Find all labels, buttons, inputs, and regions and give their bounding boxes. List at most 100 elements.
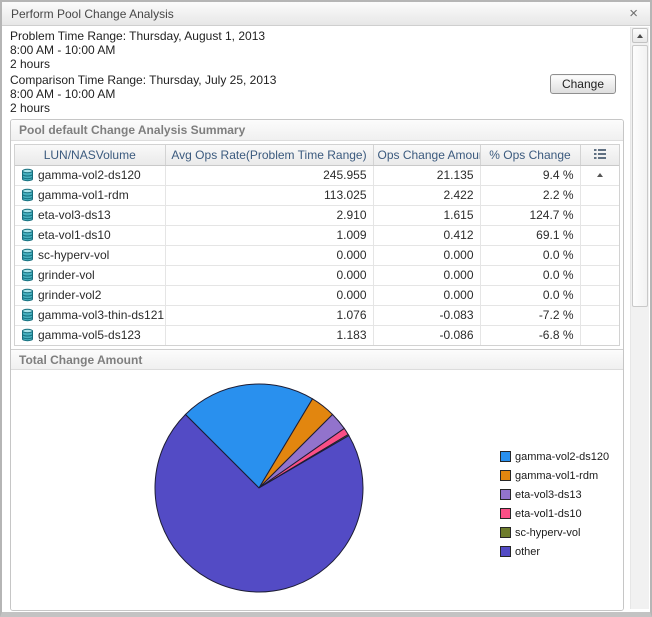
table-row[interactable]: sc-hyperv-vol 0.000 0.000 0.0 %: [15, 245, 619, 265]
table-row[interactable]: eta-vol3-ds13 2.910 1.615 124.7 %: [15, 205, 619, 225]
legend-swatch: [500, 527, 511, 538]
volume-database-icon: [21, 208, 34, 222]
total-change-pie-chart: gamma-vol2-ds120 gamma-vol1-rdm eta-vol3…: [11, 370, 623, 610]
grid-scroll-cell: [580, 305, 619, 325]
pct-ops-change-cell: -6.8 %: [480, 325, 580, 345]
volume-name: grinder-vol: [38, 268, 95, 282]
pct-ops-change-cell: 9.4 %: [480, 165, 580, 185]
volume-database-icon: [21, 228, 34, 242]
avg-ops-rate-cell: 245.955: [165, 165, 373, 185]
column-chooser-icon: [594, 149, 606, 159]
legend-label: gamma-vol1-rdm: [515, 470, 598, 482]
volume-database-icon: [21, 248, 34, 262]
close-icon[interactable]: ×: [626, 6, 641, 21]
volume-name: grinder-vol2: [38, 288, 101, 302]
comparison-time-range-duration: 2 hours: [10, 101, 624, 115]
vertical-scrollbar[interactable]: [630, 27, 649, 609]
grid-scroll-cell: [580, 205, 619, 225]
table-row[interactable]: grinder-vol2 0.000 0.000 0.0 %: [15, 285, 619, 305]
volume-name: gamma-vol5-ds123: [38, 328, 141, 342]
legend-swatch: [500, 489, 511, 500]
col-header-lun-nasvolume[interactable]: LUN/NASVolume: [15, 145, 165, 165]
legend-swatch: [500, 546, 511, 557]
volume-database-icon: [21, 288, 34, 302]
volume-name-cell: gamma-vol3-thin-ds121: [15, 305, 165, 325]
pct-ops-change-cell: 0.0 %: [480, 285, 580, 305]
problem-time-range-label: Problem Time Range: Thursday, August 1, …: [10, 29, 624, 43]
volume-name: gamma-vol3-thin-ds121: [38, 308, 164, 322]
avg-ops-rate-cell: 2.910: [165, 205, 373, 225]
comparison-time-range: Comparison Time Range: Thursday, July 25…: [10, 73, 624, 115]
change-button[interactable]: Change: [550, 74, 616, 94]
pct-ops-change-cell: 69.1 %: [480, 225, 580, 245]
avg-ops-rate-cell: 1.076: [165, 305, 373, 325]
problem-time-range-duration: 2 hours: [10, 57, 624, 71]
legend-label: eta-vol1-ds10: [515, 508, 582, 520]
ops-change-amount-cell: 0.000: [373, 265, 480, 285]
avg-ops-rate-cell: 0.000: [165, 285, 373, 305]
dialog-content: Problem Time Range: Thursday, August 1, …: [10, 29, 624, 611]
grid-scroll-cell: [580, 225, 619, 245]
legend-label: sc-hyperv-vol: [515, 527, 580, 539]
ops-change-amount-cell: 2.422: [373, 185, 480, 205]
perform-pool-change-analysis-dialog: Perform Pool Change Analysis × Problem T…: [0, 0, 652, 617]
ops-change-amount-cell: -0.083: [373, 305, 480, 325]
column-chooser-icon[interactable]: [580, 145, 619, 165]
table-row[interactable]: eta-vol1-ds10 1.009 0.412 69.1 %: [15, 225, 619, 245]
pct-ops-change-cell: -7.2 %: [480, 305, 580, 325]
ops-change-amount-cell: 1.615: [373, 205, 480, 225]
legend-label: eta-vol3-ds13: [515, 489, 582, 501]
table-row[interactable]: grinder-vol 0.000 0.000 0.0 %: [15, 265, 619, 285]
summary-section-title: Pool default Change Analysis Summary: [11, 120, 623, 141]
grid-scroll-cell: [580, 185, 619, 205]
legend-label: other: [515, 546, 540, 558]
legend-item: gamma-vol1-rdm: [500, 466, 609, 485]
pct-ops-change-cell: 0.0 %: [480, 265, 580, 285]
volume-database-icon: [21, 168, 34, 182]
dialog-title: Perform Pool Change Analysis: [11, 7, 174, 21]
avg-ops-rate-cell: 0.000: [165, 245, 373, 265]
table-row[interactable]: gamma-vol2-ds120 245.955 21.135 9.4 %: [15, 165, 619, 185]
grid-scroll-cell: [580, 285, 619, 305]
legend-swatch: [500, 470, 511, 481]
volume-name-cell: grinder-vol: [15, 265, 165, 285]
volume-database-icon: [21, 188, 34, 202]
col-header-ops-change-amount[interactable]: Ops Change Amount: [373, 145, 480, 165]
volume-name-cell: eta-vol1-ds10: [15, 225, 165, 245]
ops-change-amount-cell: 0.000: [373, 285, 480, 305]
legend-item: other: [500, 542, 609, 561]
volume-name-cell: gamma-vol1-rdm: [15, 185, 165, 205]
summary-table-body: gamma-vol2-ds120 245.955 21.135 9.4 % ga…: [15, 165, 619, 345]
pct-ops-change-cell: 2.2 %: [480, 185, 580, 205]
legend-swatch: [500, 451, 511, 462]
summary-grid-header-row: LUN/NASVolume Avg Ops Rate(Problem Time …: [15, 145, 619, 165]
table-row[interactable]: gamma-vol5-ds123 1.183 -0.086 -6.8 %: [15, 325, 619, 345]
ops-change-amount-cell: 0.412: [373, 225, 480, 245]
col-header-avg-ops-rate[interactable]: Avg Ops Rate(Problem Time Range): [165, 145, 373, 165]
pct-ops-change-cell: 0.0 %: [480, 245, 580, 265]
scrollbar-thumb[interactable]: [632, 45, 648, 307]
analysis-panel: Pool default Change Analysis Summary LUN…: [10, 119, 624, 611]
volume-name: sc-hyperv-vol: [38, 248, 109, 262]
volume-name: eta-vol3-ds13: [38, 208, 111, 222]
volume-name: gamma-vol2-ds120: [38, 168, 141, 182]
table-row[interactable]: gamma-vol1-rdm 113.025 2.422 2.2 %: [15, 185, 619, 205]
volume-database-icon: [21, 328, 34, 342]
comparison-time-range-label: Comparison Time Range: Thursday, July 25…: [10, 73, 624, 87]
scrollbar-up-button[interactable]: [632, 28, 648, 43]
dialog-titlebar: Perform Pool Change Analysis ×: [2, 2, 650, 26]
col-header-pct-ops-change[interactable]: % Ops Change: [480, 145, 580, 165]
volume-name-cell: gamma-vol2-ds120: [15, 165, 165, 185]
volume-name-cell: sc-hyperv-vol: [15, 245, 165, 265]
comparison-time-range-time: 8:00 AM - 10:00 AM: [10, 87, 624, 101]
volume-database-icon: [21, 268, 34, 282]
volume-name-cell: grinder-vol2: [15, 285, 165, 305]
grid-scroll-cell: [580, 325, 619, 345]
table-row[interactable]: gamma-vol3-thin-ds121 1.076 -0.083 -7.2 …: [15, 305, 619, 325]
legend-item: sc-hyperv-vol: [500, 523, 609, 542]
grid-scroll-cell[interactable]: [580, 165, 619, 185]
volume-name: eta-vol1-ds10: [38, 228, 111, 242]
legend-swatch: [500, 508, 511, 519]
avg-ops-rate-cell: 1.009: [165, 225, 373, 245]
problem-time-range-time: 8:00 AM - 10:00 AM: [10, 43, 624, 57]
